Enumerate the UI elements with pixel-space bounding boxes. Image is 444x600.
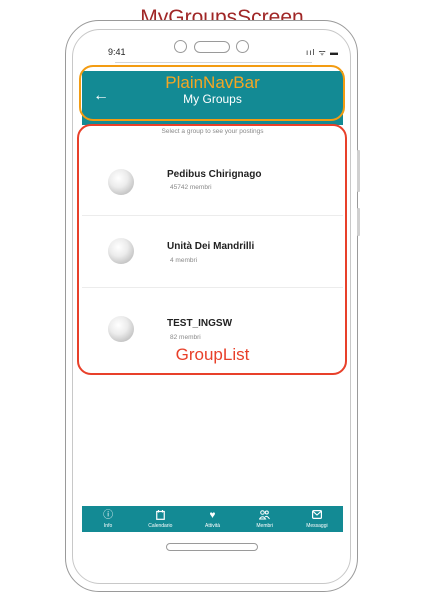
tab-attivita[interactable]: ♥ Attività: [186, 506, 238, 532]
members-icon: [258, 509, 271, 521]
calendar-icon: [155, 509, 165, 521]
tab-label: Membri: [256, 522, 274, 529]
tab-messaggi[interactable]: Messaggi: [291, 506, 343, 532]
navbar-annotation-label: PlainNavBar: [165, 73, 260, 92]
home-indicator: [166, 543, 258, 551]
side-button: [357, 150, 360, 192]
notch-divider: [115, 62, 312, 63]
side-button: [357, 208, 360, 236]
heart-icon: ♥: [209, 509, 216, 521]
mail-icon: [311, 509, 322, 521]
bottom-tab-bar: ⓘ Info Calendario ♥ Attività Membri Mess…: [82, 506, 343, 532]
status-icons: ııl ᯤ ▬: [306, 48, 339, 57]
tab-membri[interactable]: Membri: [239, 506, 291, 532]
tab-label: Info: [103, 522, 113, 529]
camera-circle: [174, 40, 187, 53]
grouplist-annotation-box: [77, 124, 347, 375]
tab-info[interactable]: ⓘ Info: [82, 506, 134, 532]
speaker-pill: [194, 41, 230, 53]
grouplist-annotation-label: GroupList: [175, 345, 250, 364]
tab-label: Messaggi: [306, 522, 328, 529]
tab-label: Attività: [205, 522, 221, 529]
tab-label: Calendario: [148, 522, 173, 529]
tab-calendario[interactable]: Calendario: [134, 506, 186, 532]
sensor-circle: [236, 40, 249, 53]
info-icon: ⓘ: [103, 509, 114, 521]
status-time: 9:41: [108, 47, 126, 57]
